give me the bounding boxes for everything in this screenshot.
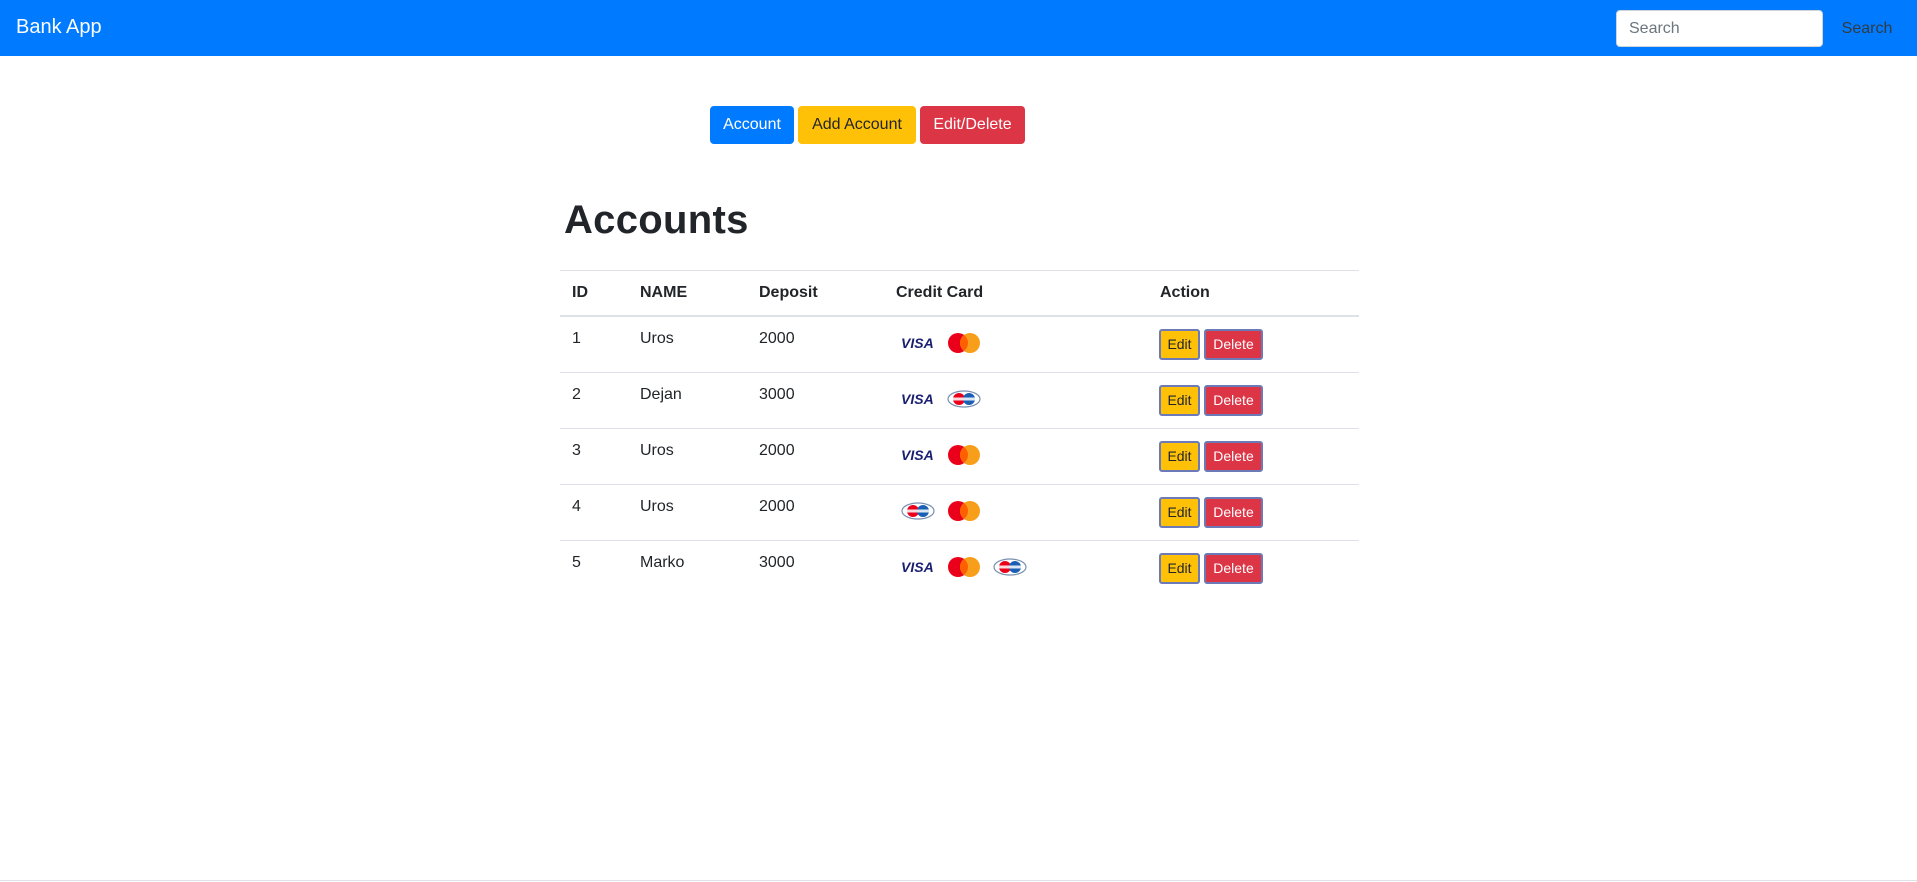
cell-credit-cards: VISA <box>900 332 992 354</box>
cell-name: Uros <box>640 498 674 515</box>
edit-button[interactable]: Edit <box>1159 385 1200 416</box>
edit-button[interactable]: Edit <box>1159 329 1200 360</box>
navbar: Bank App Search <box>0 0 1917 56</box>
cell-deposit: 2000 <box>759 498 795 515</box>
cell-id: 3 <box>572 442 581 459</box>
svg-text:VISA: VISA <box>901 448 934 462</box>
table-row: 1 Uros 2000 VISA Edit Delete <box>560 317 1359 373</box>
svg-text:VISA: VISA <box>901 392 934 406</box>
bottom-divider <box>0 880 1917 881</box>
delete-button[interactable]: Delete <box>1204 329 1263 360</box>
edit-button[interactable]: Edit <box>1159 497 1200 528</box>
table-row: 4 Uros 2000 Edit Delete <box>560 485 1359 541</box>
accounts-table: ID NAME Deposit Credit Card Action 1 Uro… <box>560 270 1359 597</box>
cell-name: Uros <box>640 442 674 459</box>
cell-credit-cards: VISA <box>900 444 992 466</box>
table-row: 5 Marko 3000 VISA Edit Delete <box>560 541 1359 597</box>
delete-button[interactable]: Delete <box>1204 497 1263 528</box>
add-account-button[interactable]: Add Account <box>798 106 916 144</box>
delete-button[interactable]: Delete <box>1204 385 1263 416</box>
cell-id: 1 <box>572 330 581 347</box>
dinersclub-icon <box>900 501 936 521</box>
cell-id: 2 <box>572 386 581 403</box>
cell-deposit: 3000 <box>759 554 795 571</box>
search-button[interactable]: Search <box>1832 10 1902 47</box>
visa-icon: VISA <box>900 391 936 407</box>
edit-button[interactable]: Edit <box>1159 441 1200 472</box>
header-name: NAME <box>640 284 688 301</box>
mastercard-icon <box>946 500 982 522</box>
edit-button[interactable]: Edit <box>1159 553 1200 584</box>
search-input[interactable] <box>1616 10 1823 47</box>
table-row: 3 Uros 2000 VISA Edit Delete <box>560 429 1359 485</box>
page-title: Accounts <box>564 198 749 242</box>
visa-icon: VISA <box>900 335 936 351</box>
svg-text:VISA: VISA <box>901 336 934 350</box>
cell-deposit: 3000 <box>759 386 795 403</box>
delete-button[interactable]: Delete <box>1204 441 1263 472</box>
cell-name: Marko <box>640 554 685 571</box>
mastercard-icon <box>946 444 982 466</box>
header-credit-card: Credit Card <box>896 284 984 301</box>
svg-text:VISA: VISA <box>901 560 934 574</box>
cell-deposit: 2000 <box>759 442 795 459</box>
cell-credit-cards <box>900 500 992 522</box>
cell-name: Dejan <box>640 386 682 403</box>
header-id: ID <box>572 284 588 301</box>
visa-icon: VISA <box>900 559 936 575</box>
delete-button[interactable]: Delete <box>1204 553 1263 584</box>
dinersclub-icon <box>946 389 982 409</box>
cell-credit-cards: VISA <box>900 556 1038 578</box>
cell-id: 4 <box>572 498 581 515</box>
mastercard-icon <box>946 556 982 578</box>
table-row: 2 Dejan 3000 VISA Edit Delete <box>560 373 1359 429</box>
dinersclub-icon <box>992 557 1028 577</box>
navbar-brand[interactable]: Bank App <box>16 15 102 39</box>
cell-credit-cards: VISA <box>900 388 992 410</box>
header-deposit: Deposit <box>759 284 818 301</box>
edit-delete-button[interactable]: Edit/Delete <box>920 106 1025 144</box>
cell-deposit: 2000 <box>759 330 795 347</box>
mastercard-icon <box>946 332 982 354</box>
header-action: Action <box>1160 284 1210 301</box>
cell-name: Uros <box>640 330 674 347</box>
table-header: ID NAME Deposit Credit Card Action <box>560 270 1359 317</box>
visa-icon: VISA <box>900 447 936 463</box>
account-button[interactable]: Account <box>710 106 794 144</box>
cell-id: 5 <box>572 554 581 571</box>
